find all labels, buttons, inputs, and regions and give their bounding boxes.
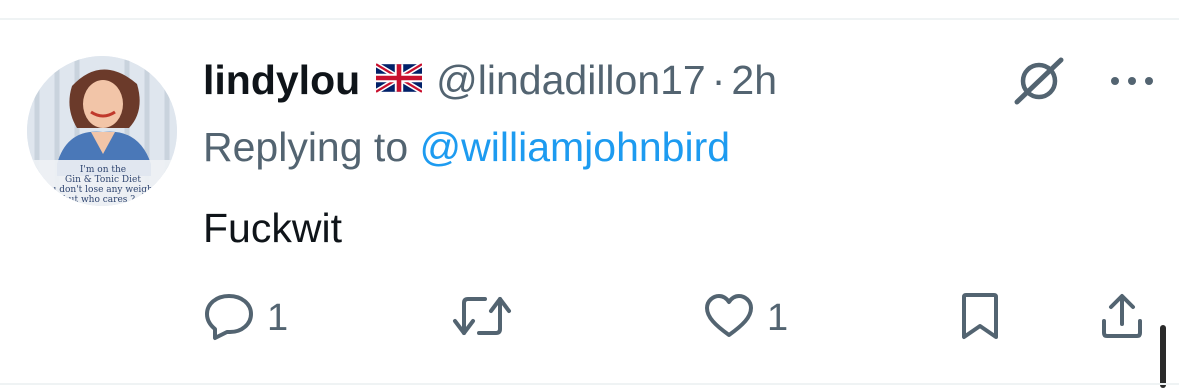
retweet-icon [451, 291, 513, 346]
avatar-caption-line-4: but who cares ? [63, 195, 135, 205]
bookmark-button[interactable] [958, 290, 1002, 346]
replying-to-line: Replying to @williamjohnbird [203, 124, 730, 171]
avatar[interactable]: I'm on the Gin & Tonic Diet ou don't los… [27, 56, 177, 206]
like-button[interactable]: 1 [703, 290, 788, 346]
reply-icon [203, 291, 255, 346]
reply-count: 1 [267, 296, 289, 339]
avatar-image: I'm on the Gin & Tonic Diet ou don't los… [27, 56, 177, 206]
uk-flag-icon [374, 61, 424, 98]
share-button[interactable] [1098, 290, 1146, 346]
display-name[interactable]: lindylou [203, 57, 360, 104]
timestamp[interactable]: 2h [731, 57, 777, 104]
scrollbar[interactable] [1160, 325, 1166, 388]
tweet-actions: 1 1 [203, 290, 1153, 346]
separator-dot: · [711, 56, 726, 103]
reply-button[interactable]: 1 [203, 290, 288, 346]
share-icon [1098, 291, 1146, 346]
replying-to-mention[interactable]: @williamjohnbird [420, 124, 731, 170]
replying-to-label: Replying to [203, 124, 409, 170]
like-count: 1 [767, 296, 789, 339]
grok-icon[interactable] [1011, 56, 1067, 111]
heart-icon [703, 291, 755, 346]
retweet-button[interactable] [451, 290, 525, 346]
avatar-caption-line-2: Gin & Tonic Diet [65, 175, 141, 185]
tweet-header: lindylou @lindadillon17 · 2h [203, 53, 777, 107]
user-handle[interactable]: @lindadillon17 [436, 57, 706, 104]
avatar-caption-line-1: I'm on the [80, 165, 126, 175]
bookmark-icon [958, 291, 1002, 346]
header-actions [1011, 56, 1155, 111]
bottom-divider [0, 383, 1179, 385]
avatar-caption-line-3: ou don't lose any weigh [45, 185, 153, 195]
top-divider [0, 18, 1179, 20]
more-horizontal-icon[interactable] [1109, 74, 1155, 93]
tweet-text: Fuckwit [203, 205, 342, 251]
